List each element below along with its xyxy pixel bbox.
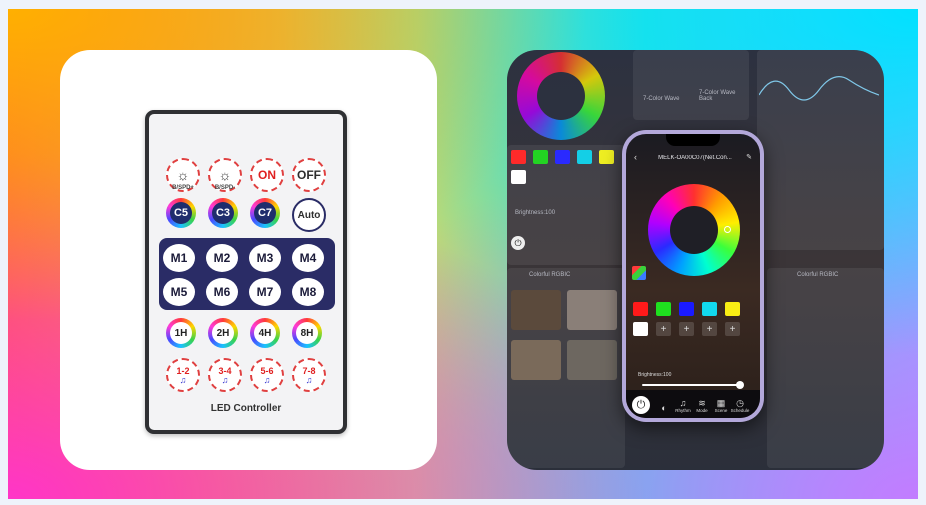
bg-tile-label: 7-Color Wave Back	[699, 90, 736, 102]
power-icon: ⏻	[636, 398, 646, 411]
brightness-down-label: B/SPD-	[214, 185, 236, 191]
wheel-picker-dot[interactable]	[724, 226, 731, 233]
bg-mode-tiles	[633, 50, 749, 120]
device-title: MELK-OA00C07(Net.Con...	[658, 155, 732, 161]
timer-4h-button[interactable]: 4H	[250, 318, 280, 348]
palette-icon[interactable]	[632, 266, 646, 280]
phone-notch	[666, 134, 720, 146]
timer-8h-button[interactable]: 8H	[292, 318, 322, 348]
color-swatch-blue[interactable]	[679, 302, 694, 316]
bottom-tab-bar: ⏻ ◐ ♫ Rhythm ≋ Mode ▦ Scene ◷ Schedule	[626, 390, 760, 418]
mode-m4-button[interactable]: M4	[292, 244, 324, 272]
color-c7-button[interactable]: C7	[250, 198, 280, 228]
rhythm-icon: ♫	[679, 398, 687, 408]
add-color-button[interactable]: +	[725, 322, 740, 336]
color-swatch-white[interactable]	[633, 322, 648, 336]
color-icon: ◐	[661, 403, 667, 413]
on-button[interactable]: ON	[250, 158, 284, 192]
bg-tile-label: 7-Color Wave	[643, 96, 680, 102]
timer-2h-button[interactable]: 2H	[208, 318, 238, 348]
back-arrow-icon[interactable]: ‹	[634, 152, 637, 162]
brightness-down-button[interactable]: ☼ B/SPD-	[208, 158, 242, 192]
tab-mode[interactable]: ≋ Mode	[692, 398, 712, 413]
add-color-button[interactable]: +	[679, 322, 694, 336]
tab-color[interactable]: ◐	[654, 403, 674, 413]
music-note-icon: ♫	[263, 375, 271, 385]
bg-list-screen	[767, 268, 884, 468]
mode-m2-button[interactable]: M2	[206, 244, 238, 272]
brightness-slider-knob[interactable]	[736, 381, 744, 389]
mode-icon: ≋	[698, 398, 706, 408]
scene-icon: ▦	[716, 398, 726, 408]
music-note-icon: ♫	[179, 375, 187, 385]
mode-m3-button[interactable]: M3	[249, 244, 281, 272]
brightness-up-button[interactable]: ☼ B/SPD+	[166, 158, 200, 192]
brightness-slider-track[interactable]	[642, 384, 738, 386]
music-5-6-button[interactable]: 5-6 ♫	[250, 358, 284, 392]
add-color-button[interactable]: +	[656, 322, 671, 336]
off-button[interactable]: OFF	[292, 158, 326, 192]
tab-schedule[interactable]: ◷ Schedule	[730, 398, 750, 413]
bg-wave-graphic	[759, 76, 879, 101]
brightness-up-label: B/SPD+	[172, 185, 194, 191]
auto-button[interactable]: Auto	[292, 198, 326, 232]
color-c3-button[interactable]: C3	[208, 198, 238, 228]
remote-title: LED Controller	[210, 403, 282, 414]
remote-control: ☼ B/SPD+ ☼ B/SPD- ON OFF C5 C3 C7 Auto M…	[145, 110, 347, 434]
bg-power-icon: ⏻	[511, 236, 525, 250]
mode-m7-button[interactable]: M7	[249, 278, 281, 306]
sun-icon: ☼	[218, 167, 232, 183]
bg-brightness-label: Brightness:100	[515, 210, 556, 216]
remote-panel: ☼ B/SPD+ ☼ B/SPD- ON OFF C5 C3 C7 Auto M…	[60, 50, 437, 470]
color-c5-button[interactable]: C5	[166, 198, 196, 228]
mode-m1-button[interactable]: M1	[163, 244, 195, 272]
bg-list-header: Colorful RGBIC	[797, 272, 839, 278]
brightness-label: Brightness:100	[638, 372, 672, 378]
edit-icon[interactable]: ✎	[746, 153, 752, 161]
tab-scene[interactable]: ▦ Scene	[711, 398, 731, 413]
color-swatch-cyan[interactable]	[702, 302, 717, 316]
sun-icon: ☼	[176, 167, 190, 183]
bg-color-wheel	[517, 52, 605, 140]
power-button[interactable]: ⏻	[632, 396, 650, 414]
music-note-icon: ♫	[221, 375, 229, 385]
timer-1h-button[interactable]: 1H	[166, 318, 196, 348]
music-note-icon: ♫	[305, 375, 313, 385]
mode-m8-button[interactable]: M8	[292, 278, 324, 306]
bg-scene-header: Colorful RGBIC	[529, 272, 571, 278]
mode-m6-button[interactable]: M6	[206, 278, 238, 306]
clock-icon: ◷	[736, 398, 744, 408]
phone-mockup: ‹ MELK-OA00C07(Net.Con... ✎ + + + + Brig…	[622, 130, 764, 422]
color-swatch-green[interactable]	[656, 302, 671, 316]
add-color-button[interactable]: +	[702, 322, 717, 336]
mode-m5-button[interactable]: M5	[163, 278, 195, 306]
music-7-8-button[interactable]: 7-8 ♫	[292, 358, 326, 392]
color-swatch-yellow[interactable]	[725, 302, 740, 316]
music-3-4-button[interactable]: 3-4 ♫	[208, 358, 242, 392]
tab-rhythm[interactable]: ♫ Rhythm	[673, 398, 693, 413]
phone-screen: ‹ MELK-OA00C07(Net.Con... ✎ + + + + Brig…	[626, 134, 760, 418]
color-swatch-red[interactable]	[633, 302, 648, 316]
mode-button-group: M1 M2 M3 M4 M5 M6 M7 M8	[159, 238, 335, 310]
music-1-2-button[interactable]: 1-2 ♫	[166, 358, 200, 392]
